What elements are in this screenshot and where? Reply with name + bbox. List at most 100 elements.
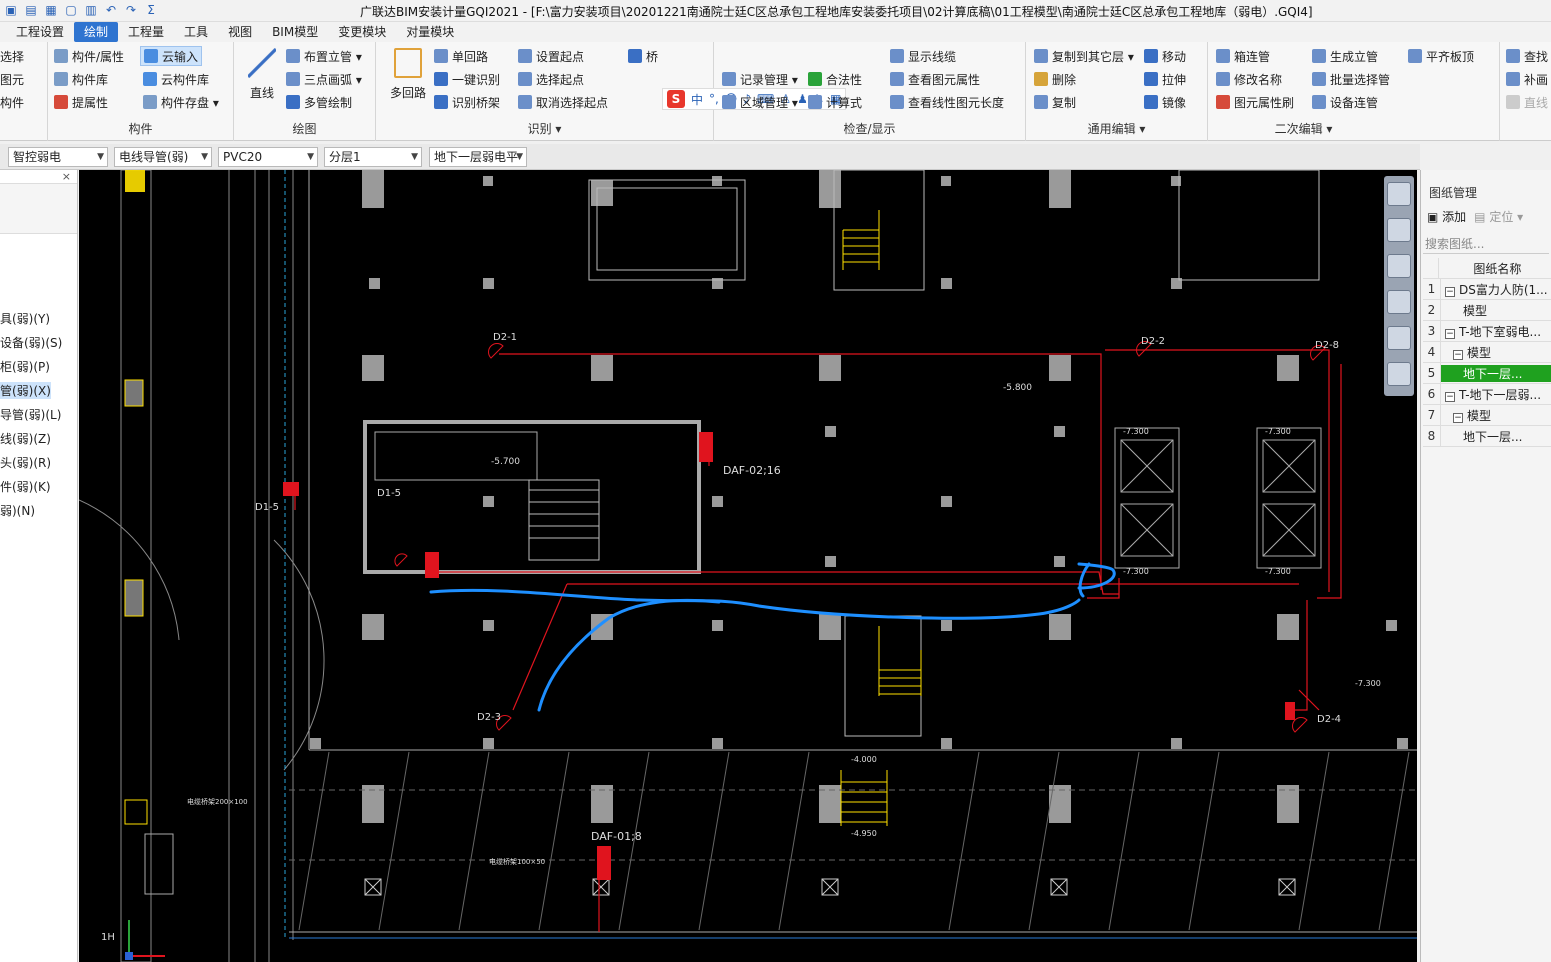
component-select[interactable]: PVC20 ▼ xyxy=(218,147,318,167)
show-cable-button[interactable]: 显示线缆 xyxy=(890,46,956,66)
menu-compare-module[interactable]: 对量模块 xyxy=(396,22,464,42)
menu-project-settings[interactable]: 工程设置 xyxy=(6,22,74,42)
tree-item-conduit[interactable]: 导管(弱)(L) xyxy=(0,406,61,423)
sum-icon[interactable]: Σ xyxy=(144,2,158,18)
iso-view-icon[interactable] xyxy=(1387,290,1411,314)
orbit-icon[interactable] xyxy=(1387,182,1411,206)
component-button[interactable]: 构件 xyxy=(0,92,24,112)
one-click-identify-button[interactable]: 一键识别 xyxy=(434,69,500,89)
view-linear-length-button[interactable]: 查看线性图元长度 xyxy=(890,92,1004,112)
cloud-library-button[interactable]: 云构件库 xyxy=(143,69,209,89)
multi-circuit-button[interactable]: 多回路 xyxy=(386,48,430,101)
bridge-button[interactable]: 桥 xyxy=(628,46,658,66)
record-manage-button[interactable]: 记录管理 ▾ xyxy=(722,69,798,89)
table-row[interactable]: 2 模型 xyxy=(1423,299,1551,321)
tree-item-connector[interactable]: 头(弱)(R) xyxy=(0,454,51,471)
tree-item-cabinet[interactable]: 柜(弱)(P) xyxy=(0,358,50,375)
component-type-select[interactable]: 电线导管(弱) ▼ xyxy=(114,147,212,167)
extra-line-button[interactable]: 直线 xyxy=(1506,92,1548,112)
redo-icon[interactable]: ↷ xyxy=(124,2,138,18)
validity-button[interactable]: 合法性 xyxy=(808,69,862,89)
collapse-icon[interactable]: − xyxy=(1445,391,1455,402)
rename-button[interactable]: 修改名称 xyxy=(1216,69,1282,89)
rotate-icon[interactable] xyxy=(1387,326,1411,350)
multi-pipe-button[interactable]: 多管绘制 xyxy=(286,92,352,112)
component-save-button[interactable]: 构件存盘 ▾ xyxy=(143,92,219,112)
view-element-property-button[interactable]: 查看图元属性 xyxy=(890,69,980,89)
table-row[interactable]: 4− 模型 xyxy=(1423,341,1551,363)
table-row[interactable]: 6− T-地下一层弱... xyxy=(1423,383,1551,405)
collapse-icon[interactable]: − xyxy=(1445,328,1455,339)
new-icon[interactable]: ▢ xyxy=(64,2,78,18)
component-property-button[interactable]: 构件/属性 xyxy=(54,46,124,66)
drawing-canvas[interactable]: D2-1 D2-2 D2-8 D1-5 D1-5 D2-3 D2-4 -5.80… xyxy=(79,170,1417,962)
move-button[interactable]: 移动 xyxy=(1144,46,1186,66)
batch-select-pipe-button[interactable]: 批量选择管 xyxy=(1312,69,1390,89)
formula-button[interactable]: 计算式 xyxy=(808,92,862,112)
undo-icon[interactable]: ↶ xyxy=(104,2,118,18)
find-button[interactable]: 查找 xyxy=(1506,46,1548,66)
collapse-icon[interactable]: − xyxy=(1453,412,1463,423)
property-brush-button[interactable]: 图元属性刷 xyxy=(1216,92,1294,112)
component-library-button[interactable]: 构件库 xyxy=(54,69,108,89)
table-row[interactable]: 7− 模型 xyxy=(1423,404,1551,426)
single-circuit-button[interactable]: 单回路 xyxy=(434,46,488,66)
close-icon[interactable]: × xyxy=(62,170,71,183)
stretch-button[interactable]: 拉伸 xyxy=(1144,69,1186,89)
table-row[interactable]: 3− T-地下室弱电... xyxy=(1423,320,1551,342)
menu-change-module[interactable]: 变更模块 xyxy=(328,22,396,42)
drawing-search-input[interactable]: 搜索图纸... xyxy=(1423,232,1549,254)
tree-item-pipe[interactable]: 管(弱)(X) xyxy=(0,382,51,399)
locate-button[interactable]: ▤ 定位 ▾ xyxy=(1474,208,1523,225)
tree-item-luminaire[interactable]: 具(弱)(Y) xyxy=(0,310,50,327)
layers-icon[interactable] xyxy=(1387,362,1411,386)
select-start-button[interactable]: 选择起点 xyxy=(518,69,584,89)
export-icon[interactable]: ▥ xyxy=(84,2,98,18)
cloud-input-button[interactable]: 云输入 xyxy=(140,46,203,66)
menu-bim-model[interactable]: BIM模型 xyxy=(262,22,328,42)
line-button[interactable]: 直线 xyxy=(242,48,282,101)
extract-property-button[interactable]: 提属性 xyxy=(54,92,108,112)
box-connect-pipe-button[interactable]: 箱连管 xyxy=(1216,46,1270,66)
set-start-button[interactable]: 设置起点 xyxy=(518,46,584,66)
identify-tray-button[interactable]: 识别桥架 xyxy=(434,92,500,112)
menu-quantity[interactable]: 工程量 xyxy=(118,22,174,42)
supplement-draw-button[interactable]: 补画 xyxy=(1506,69,1548,89)
table-row[interactable]: 8 地下一层... xyxy=(1423,425,1551,447)
collapse-icon[interactable]: − xyxy=(1445,286,1455,297)
bim-icon[interactable]: ▦ xyxy=(44,2,58,18)
delete-button[interactable]: 删除 xyxy=(1034,69,1076,89)
copy-button[interactable]: 复制 xyxy=(1034,92,1076,112)
align-slab-top-button[interactable]: 平齐板顶 xyxy=(1408,46,1474,66)
discipline-select[interactable]: 智控弱电 ▼ xyxy=(8,147,108,167)
select-button[interactable]: 选择 xyxy=(0,46,24,66)
table-row[interactable]: 1− DS富力人防(1... xyxy=(1423,278,1551,300)
mirror-button[interactable]: 镜像 xyxy=(1144,92,1186,112)
tree-item-equipment[interactable]: 设备(弱)(S) xyxy=(0,334,62,351)
menu-view[interactable]: 视图 xyxy=(218,22,262,42)
ime-mode[interactable]: 中 xyxy=(691,91,703,108)
floor-select[interactable]: 地下一层弱电平 ▼ xyxy=(429,147,527,167)
cancel-start-button[interactable]: 取消选择起点 xyxy=(518,92,608,112)
menu-tools[interactable]: 工具 xyxy=(174,22,218,42)
three-point-arc-button[interactable]: 三点画弧 ▾ xyxy=(286,69,362,89)
place-riser-button[interactable]: 布置立管 ▾ xyxy=(286,46,362,66)
menu-draw[interactable]: 绘制 xyxy=(74,22,119,42)
save-icon[interactable]: ▣ xyxy=(4,2,18,18)
element-button[interactable]: 图元 xyxy=(0,69,24,89)
device-connect-pipe-button[interactable]: 设备连管 xyxy=(1312,92,1378,112)
open-icon[interactable]: ▤ xyxy=(24,2,38,18)
add-drawing-button[interactable]: ▣ 添加 xyxy=(1427,208,1466,225)
label-daf-02: DAF-02;16 xyxy=(723,464,781,477)
area-manage-button[interactable]: 区域管理 ▾ xyxy=(722,92,798,112)
tree-item-cable[interactable]: 线(弱)(Z) xyxy=(0,430,51,447)
table-row-selected[interactable]: 5 地下一层... xyxy=(1423,362,1551,384)
tree-item-other[interactable]: 弱)(N) xyxy=(0,502,35,519)
generate-riser-button[interactable]: 生成立管 xyxy=(1312,46,1378,66)
tree-item-fitting[interactable]: 件(弱)(K) xyxy=(0,478,51,495)
3d-view-icon[interactable] xyxy=(1387,218,1411,242)
floor-split-select[interactable]: 分层1 ▼ xyxy=(324,147,422,167)
collapse-icon[interactable]: − xyxy=(1453,349,1463,360)
top-view-icon[interactable] xyxy=(1387,254,1411,278)
copy-to-layer-button[interactable]: 复制到其它层 ▾ xyxy=(1034,46,1134,66)
